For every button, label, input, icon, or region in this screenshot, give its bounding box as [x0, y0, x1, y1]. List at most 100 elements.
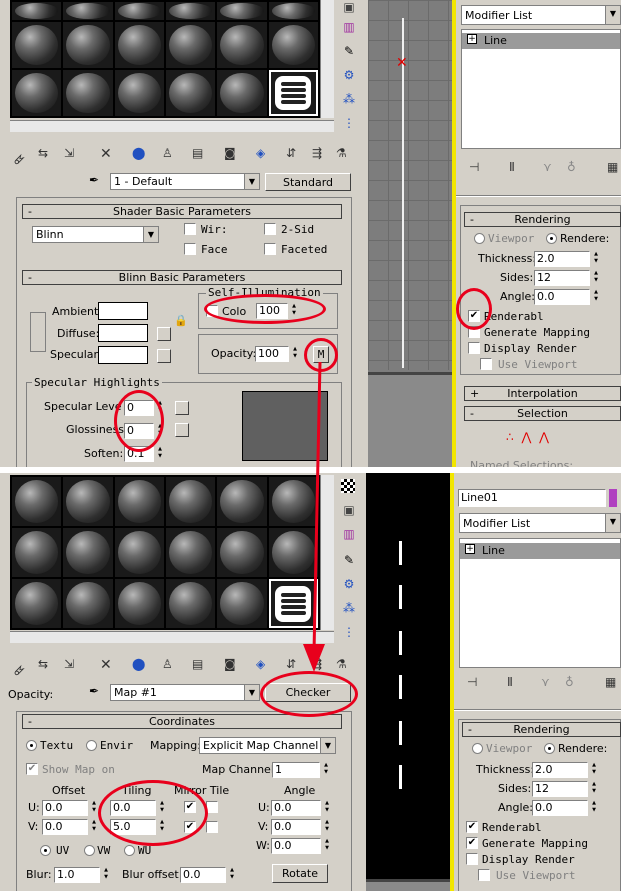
offset-u-field[interactable]: 0.0 [42, 800, 88, 816]
reset-map-icon[interactable]: ✕ [100, 146, 112, 162]
options-icon[interactable]: ⚙ [341, 577, 357, 591]
angle-spinner[interactable]: ▲ ▼ [592, 289, 600, 304]
shader-basic-header[interactable]: - Shader Basic Parameters [22, 204, 342, 219]
make-preview-icon[interactable]: ✎ [341, 44, 357, 58]
configure-sets-icon[interactable]: ▦ [605, 675, 616, 689]
use-viewport-checkbox[interactable] [480, 358, 492, 370]
material-type-button[interactable]: Standard [265, 173, 351, 191]
slot-vertical-scrollbar[interactable] [320, 0, 334, 118]
two-sided-checkbox[interactable] [264, 223, 276, 235]
go-forward-sibling-icon[interactable]: ⇶ [312, 146, 322, 160]
background-icon[interactable]: ▣ [341, 0, 357, 14]
angle-spinner[interactable]: ▲ ▼ [590, 800, 598, 815]
thickness-field[interactable]: 2.0 [532, 762, 588, 778]
sample-slot[interactable] [217, 22, 267, 68]
sample-slot[interactable] [12, 2, 62, 20]
modifier-list-dropdown[interactable]: Modifier List [461, 5, 621, 25]
object-name-field[interactable]: Line01 [458, 489, 606, 507]
sample-slot[interactable] [63, 22, 113, 68]
stack-expand-icon[interactable]: + [465, 544, 475, 554]
assign-to-selection-icon[interactable]: ⇲ [64, 657, 74, 671]
vw-radio[interactable] [84, 845, 95, 856]
sample-slot[interactable] [217, 2, 267, 20]
sample-slot[interactable] [12, 528, 62, 577]
angle-w-field[interactable]: 0.0 [271, 838, 321, 854]
faceted-checkbox[interactable] [264, 243, 276, 255]
show-end-result-icon[interactable]: ◈ [256, 146, 265, 160]
angle-field[interactable]: 0.0 [534, 289, 590, 305]
background-icon[interactable]: ▣ [341, 503, 357, 517]
map-name-dropdown[interactable]: Map #1 [110, 684, 260, 701]
pick-material-eyedropper-icon[interactable]: ✒ [86, 684, 102, 698]
sides-field[interactable]: 12 [534, 270, 590, 286]
pick-icon[interactable]: ⚗ [336, 146, 347, 160]
blur-field[interactable]: 1.0 [54, 867, 100, 883]
opacity-value-field[interactable]: 100 [255, 346, 289, 362]
angle-field[interactable]: 0.0 [532, 800, 588, 816]
select-by-material-icon[interactable]: ⁂ [341, 92, 357, 106]
slot-horizontal-scrollbar[interactable] [10, 631, 334, 643]
sample-slot[interactable] [165, 528, 216, 577]
map-channel-field[interactable]: 1 [272, 762, 320, 778]
shader-type-dropdown[interactable]: Blinn [32, 226, 159, 243]
angle-u-spinner[interactable]: ▲ ▼ [323, 800, 331, 815]
pin-stack-icon[interactable]: ⊣ [469, 160, 479, 174]
color-check-icon[interactable]: ▥ [341, 20, 357, 34]
sample-slot[interactable] [114, 579, 164, 628]
thickness-spinner[interactable]: ▲ ▼ [590, 762, 598, 777]
wu-radio[interactable] [124, 845, 135, 856]
diffuse-color-swatch[interactable] [98, 324, 148, 342]
mapping-dropdown[interactable]: Explicit Map Channel [199, 737, 336, 754]
reset-map-icon[interactable]: ✕ [100, 657, 112, 673]
remove-modifier-icon[interactable]: ♁ [565, 675, 574, 689]
options-icon[interactable]: ⚙ [341, 68, 357, 82]
offset-v-spinner[interactable]: ▲ ▼ [90, 819, 98, 834]
wire-checkbox[interactable] [184, 223, 196, 235]
sample-slot[interactable] [114, 528, 164, 577]
rotate-button[interactable]: Rotate [272, 864, 328, 883]
angle-v-spinner[interactable]: ▲ ▼ [323, 819, 331, 834]
sample-slot[interactable] [12, 477, 62, 526]
blur-offset-spinner[interactable]: ▲ ▼ [228, 867, 236, 882]
sample-slot[interactable] [63, 477, 113, 526]
select-by-material-icon[interactable]: ⁂ [341, 601, 357, 615]
stack-expand-icon[interactable]: + [467, 34, 477, 44]
material-effects-channel-icon[interactable]: ▤ [192, 146, 203, 160]
display-render-checkbox[interactable] [468, 342, 480, 354]
thickness-field[interactable]: 2.0 [534, 251, 590, 267]
go-to-parent-icon[interactable]: ⇵ [286, 146, 296, 160]
sample-slot[interactable] [12, 70, 62, 116]
top-viewport[interactable]: ✕ [368, 0, 452, 467]
sides-field[interactable]: 12 [532, 781, 588, 797]
selection-header[interactable]: - Selection [464, 406, 621, 421]
sample-slot[interactable] [165, 70, 216, 116]
lock-ambient-bracket[interactable] [30, 312, 46, 352]
sample-slot[interactable] [63, 579, 113, 628]
renderer-radio[interactable] [544, 743, 555, 754]
sample-slot[interactable] [217, 579, 267, 628]
offset-u-spinner[interactable]: ▲ ▼ [90, 800, 98, 815]
diffuse-map-button[interactable] [157, 327, 171, 341]
sample-slot[interactable] [114, 70, 164, 116]
sides-spinner[interactable]: ▲ ▼ [590, 781, 598, 796]
viewport-radio[interactable] [474, 233, 485, 244]
environ-radio[interactable] [86, 740, 97, 751]
pin-stack-icon[interactable]: ⊣ [467, 675, 477, 689]
sub-object-level-icons[interactable]: ∴ ⋀ ⋀ [506, 430, 551, 444]
opacity-spinner[interactable]: ▲ ▼ [291, 346, 299, 361]
sample-slot-active[interactable] [268, 70, 318, 116]
sample-slot[interactable] [114, 477, 164, 526]
show-map-in-viewport-icon[interactable]: ◙ [224, 146, 236, 160]
offset-v-field[interactable]: 0.0 [42, 819, 88, 835]
make-unique-icon[interactable]: ⬤ [132, 657, 145, 671]
blur-spinner[interactable]: ▲ ▼ [102, 867, 110, 882]
sample-slot[interactable] [268, 2, 318, 20]
material-navigator-icon[interactable]: ⋮ [341, 116, 357, 130]
configure-sets-icon[interactable]: ▦ [607, 160, 618, 174]
sample-slot[interactable] [217, 70, 267, 116]
make-unique-icon[interactable]: ⬤ [132, 146, 145, 160]
soften-spinner[interactable]: ▲ ▼ [156, 446, 164, 461]
angle-u-field[interactable]: 0.0 [271, 800, 321, 816]
ambient-color-swatch[interactable] [98, 302, 148, 320]
sample-slot[interactable] [165, 2, 216, 20]
